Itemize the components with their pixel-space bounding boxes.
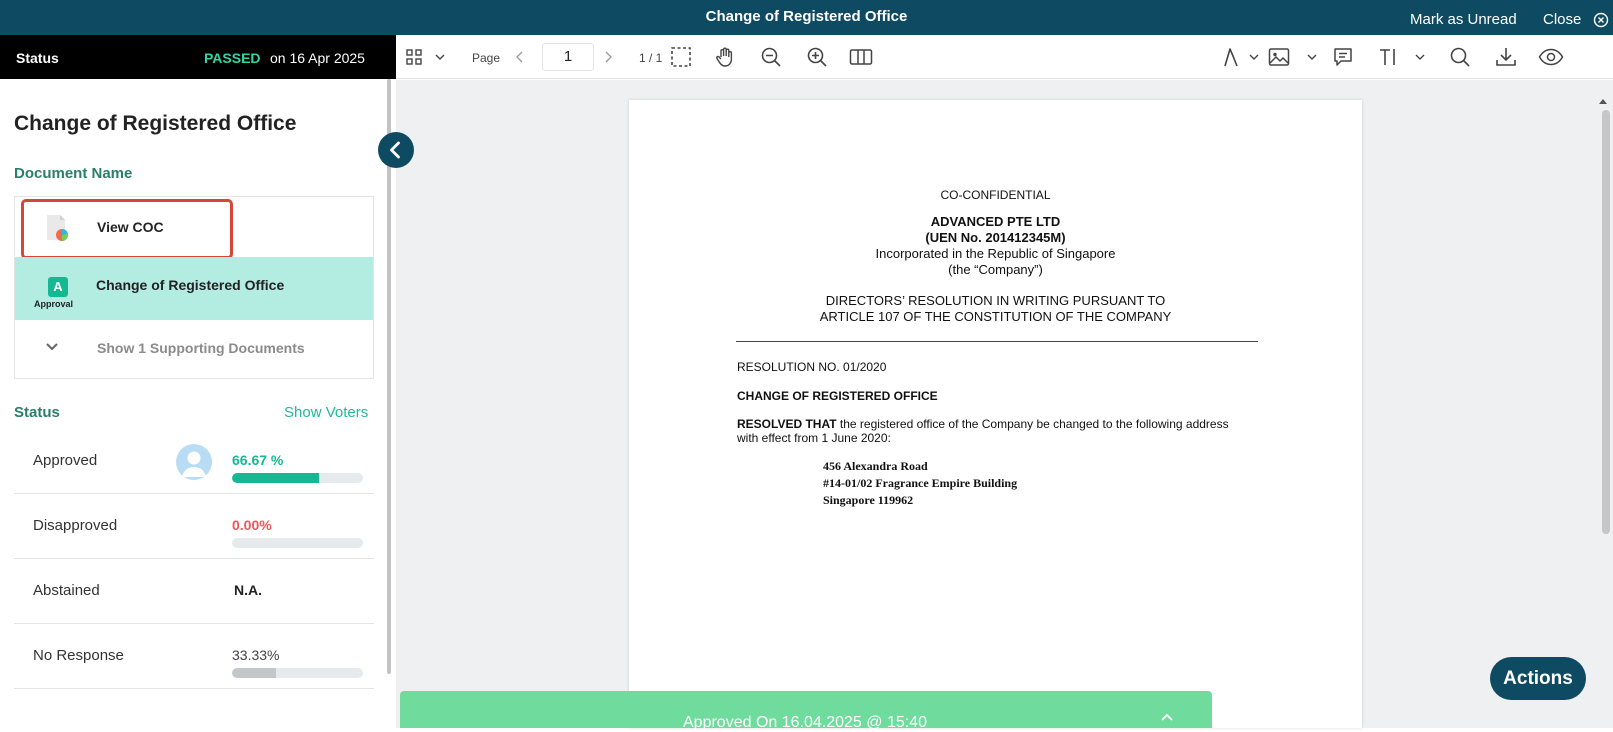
vote-name: Disapproved [33, 517, 118, 534]
progress-bar [232, 538, 363, 548]
grid-view-icon[interactable] [402, 35, 426, 79]
actions-button[interactable]: Actions [1490, 657, 1586, 700]
vote-row-approved: Approved 66.67 % [14, 429, 374, 494]
vote-row-disapproved: Disapproved 0.00% [14, 494, 374, 559]
sidebar-scrollbar[interactable] [387, 79, 391, 674]
vote-row-abstained: Abstained N.A. [14, 559, 374, 624]
close-icon[interactable] [1593, 12, 1609, 28]
approval-label: Approval [34, 299, 74, 309]
vote-percent: N.A. [234, 582, 262, 598]
status-label: Status [16, 50, 59, 66]
chevron-down-icon[interactable] [432, 35, 448, 79]
page-number-input[interactable]: 1 [542, 43, 594, 71]
doc-alias: (the “Company”) [948, 262, 1043, 277]
mark-as-unread-button[interactable]: Mark as Unread [1410, 11, 1517, 28]
doc-resolution-no: RESOLUTION NO. 01/2020 [737, 360, 887, 374]
collapse-sidebar-button[interactable] [378, 132, 414, 168]
chevron-up-icon[interactable] [1160, 713, 1174, 722]
show-supporting-label: Show 1 Supporting Documents [97, 340, 305, 356]
marquee-select-icon[interactable] [668, 35, 694, 79]
text-tool-icon[interactable] [1374, 35, 1404, 79]
sidebar-title: Change of Registered Office [14, 112, 297, 135]
doc-resolved-paragraph: RESOLVED THAT the registered office of t… [737, 417, 1229, 431]
chevron-down-icon[interactable] [1246, 35, 1262, 79]
status-bar: Status PASSED on 16 Apr 2025 [0, 35, 396, 79]
download-icon[interactable] [1492, 35, 1520, 79]
doc-resolution-title: CHANGE OF REGISTERED OFFICE [737, 389, 938, 403]
viewer-toolbar: Page 1 1 / 1 [396, 35, 1613, 79]
doc-heading-2: ARTICLE 107 OF THE CONSTITUTION OF THE C… [819, 309, 1172, 324]
vote-percent: 0.00% [232, 517, 272, 533]
status-badge: PASSED [204, 50, 261, 66]
document-page: CO-CONFIDENTIAL ADVANCED PTE LTD (UEN No… [629, 100, 1362, 728]
progress-fill [232, 473, 320, 483]
chevron-down-icon[interactable] [1412, 35, 1428, 79]
vote-name: Approved [33, 452, 98, 469]
sidebar: Change of Registered Office Document Nam… [0, 79, 396, 728]
list-item-change-of-registered-office[interactable]: A Approval Change of Registered Office [15, 257, 373, 320]
document-name-heading: Document Name [14, 165, 133, 182]
doc-address-3: Singapore 119962 [823, 493, 914, 507]
doc-company: ADVANCED PTE LTD [930, 214, 1061, 229]
doc-confidential: CO-CONFIDENTIAL [940, 188, 1051, 202]
divider [736, 341, 1258, 342]
progress-fill [232, 668, 276, 678]
doc-resolved-text-2: with effect from 1 June 2020: [737, 431, 891, 445]
draw-pen-icon[interactable] [1218, 35, 1244, 79]
page-title: Change of Registered Office [705, 8, 908, 25]
status-date: on 16 Apr 2025 [270, 50, 365, 66]
comment-icon[interactable] [1328, 35, 1358, 79]
avatar[interactable] [176, 444, 212, 480]
chevron-down-icon [46, 343, 58, 351]
progress-bar [232, 668, 363, 678]
next-page-icon[interactable] [600, 35, 616, 79]
document-list: View COC A Approval Change of Registered… [14, 196, 374, 379]
zoom-in-icon[interactable] [804, 35, 830, 79]
approval-icon: A [48, 277, 68, 297]
user-icon [182, 451, 206, 477]
doc-heading-1: DIRECTORS’ RESOLUTION IN WRITING PURSUAN… [825, 293, 1166, 308]
top-bar: Change of Registered Office Mark as Unre… [0, 0, 1613, 35]
page-count: 1 / 1 [639, 51, 663, 65]
vote-percent: 33.33% [232, 647, 280, 663]
doc-uen: (UEN No. 201412345M) [925, 230, 1066, 245]
search-icon[interactable] [1446, 35, 1474, 79]
approved-banner[interactable]: Approved On 16.04.2025 @ 15:40 [400, 691, 1212, 731]
two-page-view-icon[interactable] [848, 35, 874, 79]
chevron-left-icon [390, 141, 400, 159]
prev-page-icon[interactable] [512, 35, 528, 79]
pan-hand-icon[interactable] [712, 35, 738, 79]
doc-resolved-text: the registered office of the Company be … [836, 417, 1229, 431]
doc-incorporated: Incorporated in the Republic of Singapor… [875, 246, 1116, 261]
page-label: Page [472, 51, 501, 65]
progress-bar [232, 473, 363, 483]
vote-name: Abstained [33, 582, 100, 599]
vote-name: No Response [33, 647, 124, 664]
doc-address-2: #14-01/02 Fragrance Empire Building [823, 476, 1018, 490]
show-supporting-documents-toggle[interactable]: Show 1 Supporting Documents [15, 320, 373, 378]
doc-address-1: 456 Alexandra Road [823, 459, 928, 473]
image-icon[interactable] [1264, 35, 1294, 79]
vote-row-no-response: No Response 33.33% [14, 624, 374, 689]
vote-status-heading: Status [14, 404, 60, 421]
vote-percent: 66.67 % [232, 452, 284, 468]
eye-icon[interactable] [1536, 35, 1566, 79]
highlight-outline [21, 199, 233, 259]
approved-banner-text: Approved On 16.04.2025 @ 15:40 [683, 714, 927, 731]
show-voters-link[interactable]: Show Voters [284, 404, 368, 421]
close-button[interactable]: Close [1543, 11, 1581, 28]
document-title-label: Change of Registered Office [96, 277, 285, 293]
chevron-down-icon[interactable] [1304, 35, 1320, 79]
doc-resolved-bold: RESOLVED THAT [737, 417, 837, 431]
zoom-out-icon[interactable] [758, 35, 784, 79]
viewer-scrollbar-thumb[interactable] [1602, 110, 1610, 534]
